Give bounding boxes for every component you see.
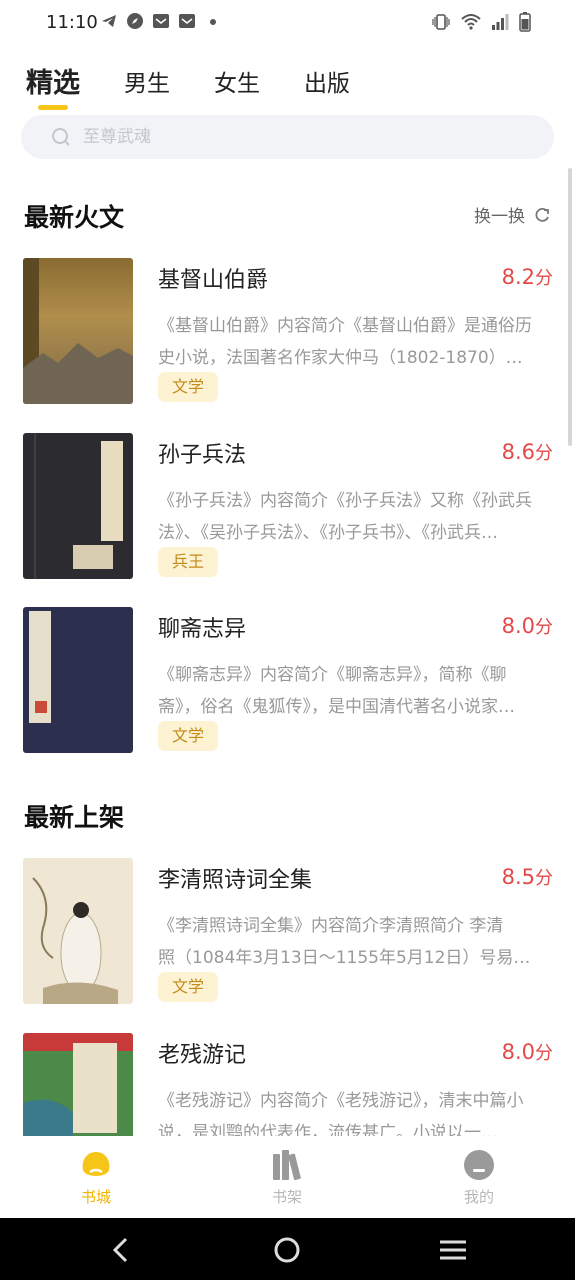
scrollbar[interactable] xyxy=(568,168,572,446)
tab-male[interactable]: 男生 xyxy=(124,64,170,104)
status-bar: 11:10 xyxy=(0,0,575,46)
nav-profile[interactable]: 我的 xyxy=(434,1148,524,1207)
nav-label: 书城 xyxy=(80,1188,111,1206)
nav-bookstore[interactable]: 书城 xyxy=(51,1148,141,1207)
nav-label: 我的 xyxy=(463,1188,494,1206)
system-nav-bar xyxy=(0,1218,575,1280)
book-description: 《基督山伯爵》内容简介《基督山伯爵》是通俗历 史小说，法国著名作家大仲马（180… xyxy=(158,316,532,368)
bookstore-icon xyxy=(82,1152,110,1176)
search-bar[interactable] xyxy=(21,115,554,159)
home-icon[interactable] xyxy=(272,1235,302,1265)
book-title: 李清照诗词全集 xyxy=(158,868,313,893)
menu-icon[interactable] xyxy=(438,1235,468,1265)
telegram-icon xyxy=(102,15,116,27)
cover-art xyxy=(29,611,51,723)
nav-bookshelf[interactable]: 书架 xyxy=(242,1148,332,1207)
book-score: 8.0分 xyxy=(501,614,553,638)
book-score: 8.6分 xyxy=(501,440,553,464)
compass-icon xyxy=(127,13,143,29)
book-title: 聊斋志异 xyxy=(158,617,247,642)
bookshelf-icon xyxy=(273,1150,301,1181)
system-icons xyxy=(431,12,531,32)
book-description: 《李清照诗词全集》内容简介李清照简介 李清 照（1084年3月13日～1155年… xyxy=(158,916,531,968)
cover-art xyxy=(32,877,118,1004)
section-title-hot: 最新火文 xyxy=(24,203,125,232)
book-cover[interactable] xyxy=(23,433,133,579)
book-item[interactable]: 基督山伯爵 8.2分 《基督山伯爵》内容简介《基督山伯爵》是通俗历 史小说，法国… xyxy=(23,258,553,404)
book-cover[interactable] xyxy=(23,258,133,404)
search-icon xyxy=(52,128,70,146)
book-description: 《孙子兵法》内容简介《孙子兵法》又称《孙武兵 法》、《吴孙子兵法》、《孙子兵书》… xyxy=(158,491,532,543)
book-description: 《聊斋志异》内容简介《聊斋志异》，简称《聊 斋》，俗名《鬼狐传》，是中国清代著名… xyxy=(158,665,515,717)
book-score: 8.5分 xyxy=(501,865,553,889)
back-icon[interactable] xyxy=(106,1235,136,1265)
refresh-icon xyxy=(535,207,549,222)
book-tag: 文学 xyxy=(158,372,219,402)
mail-icon xyxy=(179,14,195,28)
book-cover[interactable] xyxy=(23,607,133,753)
book-title: 孙子兵法 xyxy=(158,443,247,468)
nav-label: 书架 xyxy=(271,1188,302,1206)
book-title: 基督山伯爵 xyxy=(158,268,269,293)
book-score: 8.0分 xyxy=(501,1040,553,1064)
book-title: 老残游记 xyxy=(158,1043,247,1068)
vibrate-icon xyxy=(432,14,450,30)
battery-icon xyxy=(519,12,531,32)
dot-icon xyxy=(210,19,216,25)
refresh-label: 换一换 xyxy=(474,207,525,227)
cover-art xyxy=(23,1033,133,1136)
search-input[interactable] xyxy=(81,126,505,148)
cover-art xyxy=(23,258,133,404)
wifi-icon xyxy=(461,14,481,30)
book-item[interactable]: 聊斋志异 8.0分 《聊斋志异》内容简介《聊斋志异》，简称《聊 斋》，俗名《鬼狐… xyxy=(23,607,553,753)
notification-icons xyxy=(100,12,222,30)
signal-icon xyxy=(492,14,509,30)
tab-female[interactable]: 女生 xyxy=(214,64,260,104)
tab-publish[interactable]: 出版 xyxy=(304,64,350,104)
mail-icon xyxy=(153,14,169,28)
status-time: 11:10 xyxy=(46,12,98,33)
book-description: 《老残游记》内容简介《老残游记》，清末中篇小 说，是刘鹗的代表作，流传甚广。小说… xyxy=(158,1091,524,1136)
book-score: 8.2分 xyxy=(501,265,553,289)
book-tag: 文学 xyxy=(158,721,219,751)
section-title-new: 最新上架 xyxy=(24,803,125,832)
book-item[interactable]: 李清照诗词全集 8.5分 《李清照诗词全集》内容简介李清照简介 李清 照（108… xyxy=(23,858,553,1004)
book-cover[interactable] xyxy=(23,858,133,1004)
refresh-button[interactable]: 换一换 xyxy=(474,202,551,227)
profile-icon xyxy=(464,1150,494,1180)
category-tabs: 精选 男生 女生 出版 xyxy=(26,58,394,110)
bottom-nav: 书城 书架 我的 xyxy=(0,1136,575,1218)
tab-featured[interactable]: 精选 xyxy=(26,64,80,110)
cover-art xyxy=(34,433,123,579)
book-tag: 文学 xyxy=(158,972,219,1002)
book-cover[interactable] xyxy=(23,1033,133,1136)
book-tag: 兵王 xyxy=(158,547,219,577)
book-item[interactable]: 孙子兵法 8.6分 《孙子兵法》内容简介《孙子兵法》又称《孙武兵 法》、《吴孙子… xyxy=(23,433,553,579)
book-item[interactable]: 老残游记 8.0分 《老残游记》内容简介《老残游记》，清末中篇小 说，是刘鹗的代… xyxy=(23,1033,553,1136)
